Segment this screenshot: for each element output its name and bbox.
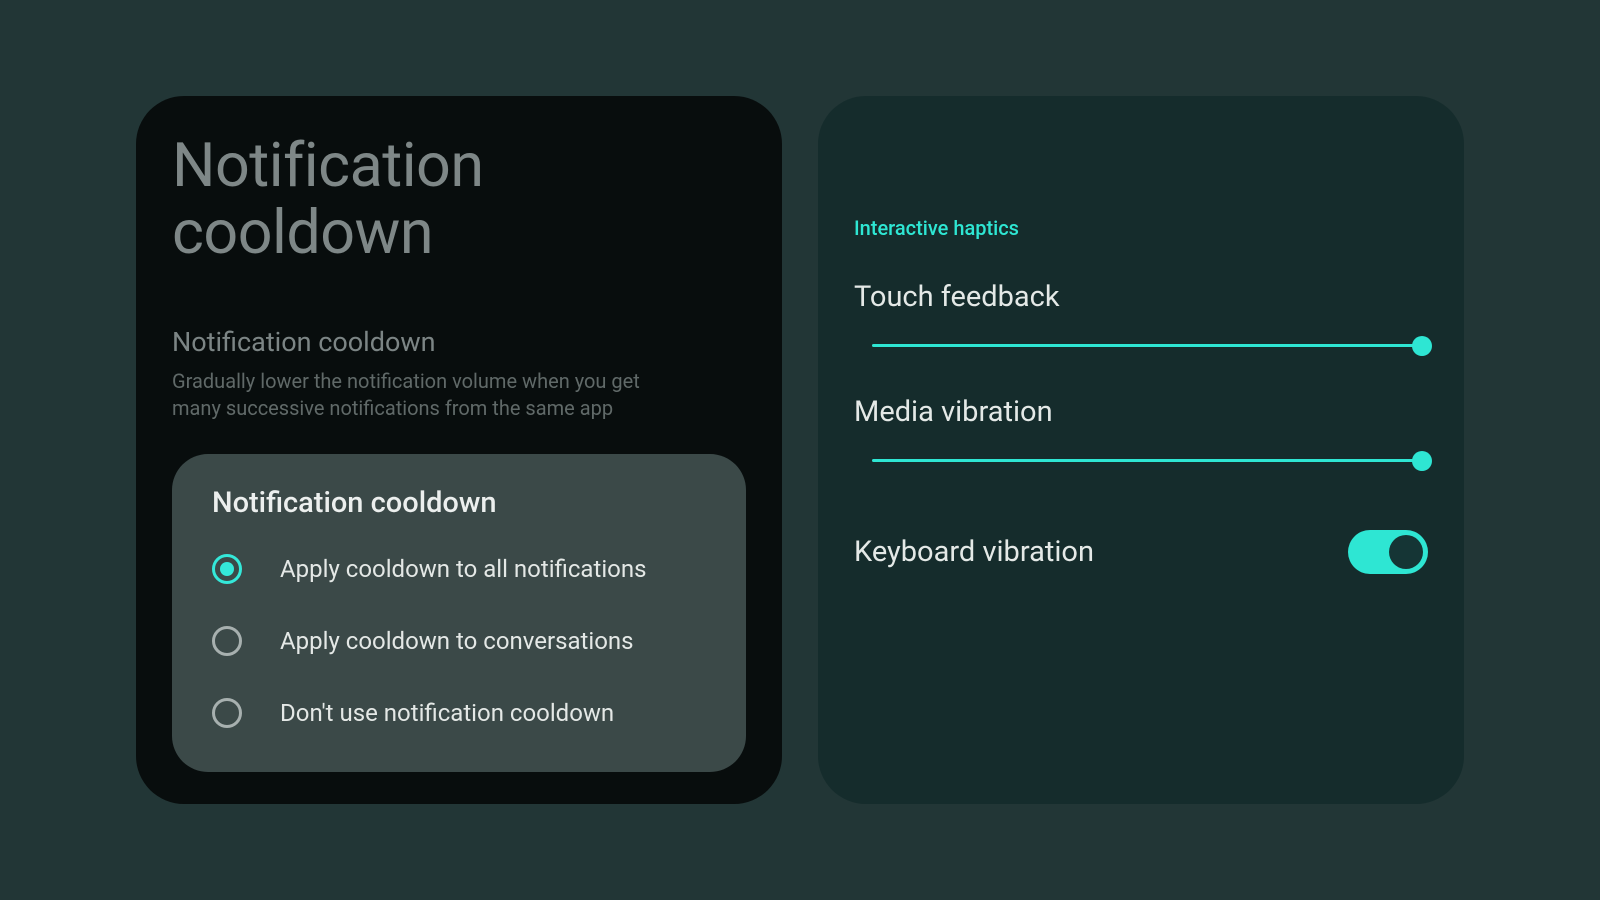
touch-feedback-group: Touch feedback (854, 280, 1428, 347)
media-vibration-label: Media vibration (854, 395, 1428, 429)
cooldown-description: Gradually lower the notification volume … (172, 368, 682, 422)
option-label: Apply cooldown to conversations (280, 627, 634, 655)
radio-icon (212, 626, 242, 656)
cooldown-options-card: Notification cooldown Apply cooldown to … (172, 454, 746, 772)
keyboard-vibration-label: Keyboard vibration (854, 535, 1094, 569)
options-card-title: Notification cooldown (212, 486, 706, 520)
section-header: Interactive haptics (854, 216, 1428, 240)
media-vibration-slider[interactable] (872, 459, 1422, 462)
keyboard-vibration-toggle[interactable] (1348, 530, 1428, 574)
keyboard-vibration-row: Keyboard vibration (854, 530, 1428, 574)
page-title: Notification cooldown (172, 132, 746, 266)
option-conversations[interactable]: Apply cooldown to conversations (212, 626, 706, 656)
option-none[interactable]: Don't use notification cooldown (212, 698, 706, 728)
option-label: Don't use notification cooldown (280, 699, 614, 727)
slider-thumb-icon (1412, 451, 1432, 471)
interactive-haptics-panel: Interactive haptics Touch feedback Media… (818, 96, 1464, 804)
slider-thumb-icon (1412, 336, 1432, 356)
cooldown-description-block: Notification cooldown Gradually lower th… (172, 326, 746, 422)
radio-icon (212, 554, 242, 584)
radio-icon (212, 698, 242, 728)
notification-cooldown-panel: Notification cooldown Notification coold… (136, 96, 782, 804)
media-vibration-group: Media vibration (854, 395, 1428, 462)
cooldown-subtitle: Notification cooldown (172, 326, 746, 358)
option-label: Apply cooldown to all notifications (280, 555, 647, 583)
touch-feedback-label: Touch feedback (854, 280, 1428, 314)
toggle-knob-icon (1389, 535, 1423, 569)
option-all-notifications[interactable]: Apply cooldown to all notifications (212, 554, 706, 584)
touch-feedback-slider[interactable] (872, 344, 1422, 347)
